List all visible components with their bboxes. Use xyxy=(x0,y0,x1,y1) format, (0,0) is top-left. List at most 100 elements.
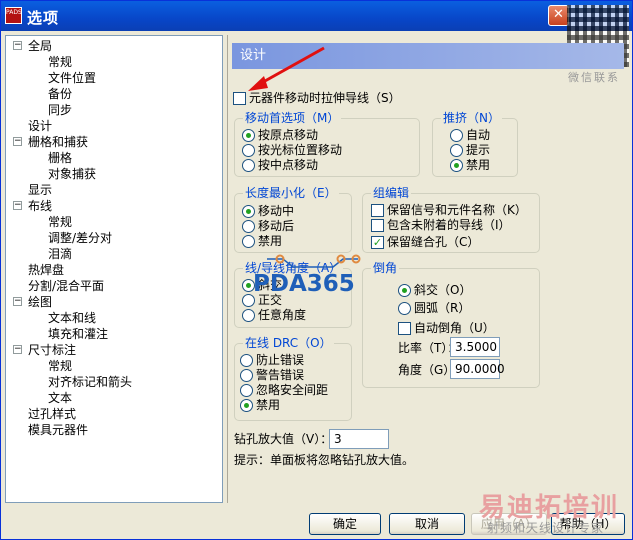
drc-option: 禁用 xyxy=(256,398,281,412)
chamfer-arc-radio[interactable] xyxy=(398,302,411,315)
tree-item-label: 分割/混合平面 xyxy=(28,279,105,293)
tree-item-label: 栅格 xyxy=(48,151,73,165)
tree-item-label: 常规 xyxy=(48,215,73,229)
tree-item-label: 常规 xyxy=(48,359,73,373)
push-option: 禁用 xyxy=(466,158,491,172)
chamfer-option: 圆弧（R） xyxy=(414,301,471,315)
tree-item-label: 模具元器件 xyxy=(28,423,89,437)
collapse-icon[interactable]: − xyxy=(13,345,22,354)
tree-item-label: 同步 xyxy=(48,103,73,117)
angle-any-radio[interactable] xyxy=(242,309,255,322)
angle-input[interactable]: 90.0000 xyxy=(450,359,505,379)
tree-item-label: 过孔样式 xyxy=(28,407,77,421)
ratio-input[interactable]: 3.5000 xyxy=(450,337,500,357)
tree-item[interactable]: 分割/混合平面 xyxy=(6,278,222,294)
tree-item-label: 对齐标记和箭头 xyxy=(48,375,133,389)
auto-chamfer-label: 自动倒角（U） xyxy=(414,321,495,335)
cancel-button[interactable]: 取消 xyxy=(389,513,465,535)
drc-disable-radio[interactable] xyxy=(240,399,253,412)
move-by-cursor-radio[interactable] xyxy=(242,144,255,157)
collapse-icon[interactable]: − xyxy=(13,201,22,210)
group-edit-title: 组编辑 xyxy=(371,186,412,201)
keep-stitching-vias-checkbox[interactable]: ✓ xyxy=(371,236,384,249)
window-title: 选项 xyxy=(27,9,60,27)
chamfer-diagonal-radio[interactable] xyxy=(398,284,411,297)
tree-item-label: 泪滴 xyxy=(48,247,73,261)
move-by-midpoint-radio[interactable] xyxy=(242,159,255,172)
length-min-title: 长度最小化（E） xyxy=(243,186,339,201)
move-pref-title: 移动首选项（M） xyxy=(243,111,342,126)
chamfer-title: 倒角 xyxy=(371,261,400,276)
options-dialog: PADS 选项 ✕ 微信联系 − 全局 常规 文件位置 备份 同步 设计 − 栅格和捕获 栅格 对象… xyxy=(0,0,633,540)
tree-item[interactable]: 文本和线 xyxy=(6,310,222,326)
drc-prevent-radio[interactable] xyxy=(240,354,253,367)
push-disable-radio[interactable] xyxy=(450,159,463,172)
tree-item[interactable]: 对齐标记和箭头 xyxy=(6,374,222,390)
drc-warn-radio[interactable] xyxy=(240,369,253,382)
tree-item[interactable]: 对象捕获 xyxy=(6,166,222,182)
tree-item-label: 调整/差分对 xyxy=(48,231,113,245)
drc-ignore-clearance-radio[interactable] xyxy=(240,384,253,397)
move-pref-option: 按原点移动 xyxy=(258,128,319,142)
group-edit-option: 保留缝合孔（C） xyxy=(387,235,480,249)
move-pref-option: 按中点移动 xyxy=(258,158,319,172)
tree-item-label: 栅格和捕获 xyxy=(28,135,89,149)
move-pref-option: 按光标位置移动 xyxy=(258,143,343,157)
tree-item-label: 文件位置 xyxy=(48,71,97,85)
tree-item[interactable]: 常规 xyxy=(6,358,222,374)
tree-item[interactable]: 热焊盘 xyxy=(6,262,222,278)
angle-option: 任意角度 xyxy=(258,308,307,322)
tree-item[interactable]: − 栅格和捕获 xyxy=(6,134,222,150)
collapse-icon[interactable]: − xyxy=(13,297,22,306)
length-min-option: 移动中 xyxy=(258,204,295,218)
watermark-trace-decoration xyxy=(267,254,361,268)
tree-item-label: 文本和线 xyxy=(48,311,97,325)
online-drc-title: 在线 DRC（O） xyxy=(243,336,334,351)
move-by-origin-radio[interactable] xyxy=(242,129,255,142)
tree-item[interactable]: 过孔样式 xyxy=(6,406,222,422)
drc-option: 警告错误 xyxy=(256,368,305,382)
length-min-disable-radio[interactable] xyxy=(242,235,255,248)
tree-item[interactable]: 同步 xyxy=(6,102,222,118)
tree-item[interactable]: 文本 xyxy=(6,390,222,406)
push-auto-radio[interactable] xyxy=(450,129,463,142)
collapse-icon[interactable]: − xyxy=(13,41,22,50)
drill-hint: 提示：单面板将忽略钻孔放大值。 xyxy=(234,453,415,467)
drill-oversize-label: 钻孔放大值（V）： xyxy=(234,432,333,446)
tree-item[interactable]: 调整/差分对 xyxy=(6,230,222,246)
include-unattached-checkbox[interactable] xyxy=(371,219,384,232)
category-tree[interactable]: − 全局 常规 文件位置 备份 同步 设计 − 栅格和捕获 栅格 对象捕获 显示 − 布线 常规 调整/差分对… xyxy=(5,35,223,503)
tree-item[interactable]: 常规 xyxy=(6,54,222,70)
length-min-after-radio[interactable] xyxy=(242,220,255,233)
ok-button[interactable]: 确定 xyxy=(309,513,381,535)
tree-item[interactable]: 设计 xyxy=(6,118,222,134)
title-bar: PADS 选项 ✕ xyxy=(1,1,632,31)
tree-item[interactable]: − 布线 xyxy=(6,198,222,214)
tree-item[interactable]: 模具元器件 xyxy=(6,422,222,438)
tree-item[interactable]: 常规 xyxy=(6,214,222,230)
tree-item[interactable]: − 尺寸标注 xyxy=(6,342,222,358)
length-min-moving-radio[interactable] xyxy=(242,205,255,218)
tree-item-label: 设计 xyxy=(28,118,53,134)
tree-item-label: 备份 xyxy=(48,87,73,101)
keep-signal-names-checkbox[interactable] xyxy=(371,204,384,217)
tree-item[interactable]: − 全局 xyxy=(6,38,222,54)
tree-item[interactable]: 栅格 xyxy=(6,150,222,166)
push-title: 推挤（N） xyxy=(441,111,502,126)
tree-item[interactable]: 备份 xyxy=(6,86,222,102)
tree-item-label: 常规 xyxy=(48,55,73,69)
push-prompt-radio[interactable] xyxy=(450,144,463,157)
auto-chamfer-checkbox[interactable] xyxy=(398,322,411,335)
pda365-watermark: PDA365 xyxy=(253,271,355,297)
collapse-icon[interactable]: − xyxy=(13,137,22,146)
tree-item[interactable]: 文件位置 xyxy=(6,70,222,86)
close-button[interactable]: ✕ xyxy=(548,5,569,26)
tree-item[interactable]: − 绘图 xyxy=(6,294,222,310)
tree-item[interactable]: 填充和灌注 xyxy=(6,326,222,342)
tree-item-label: 绘图 xyxy=(28,295,53,309)
tree-item[interactable]: 泪滴 xyxy=(6,246,222,262)
drill-oversize-input[interactable]: 3 xyxy=(329,429,389,449)
pads-app-icon: PADS xyxy=(5,7,22,24)
tree-item-label: 填充和灌注 xyxy=(48,327,109,341)
tree-item[interactable]: 显示 xyxy=(6,182,222,198)
